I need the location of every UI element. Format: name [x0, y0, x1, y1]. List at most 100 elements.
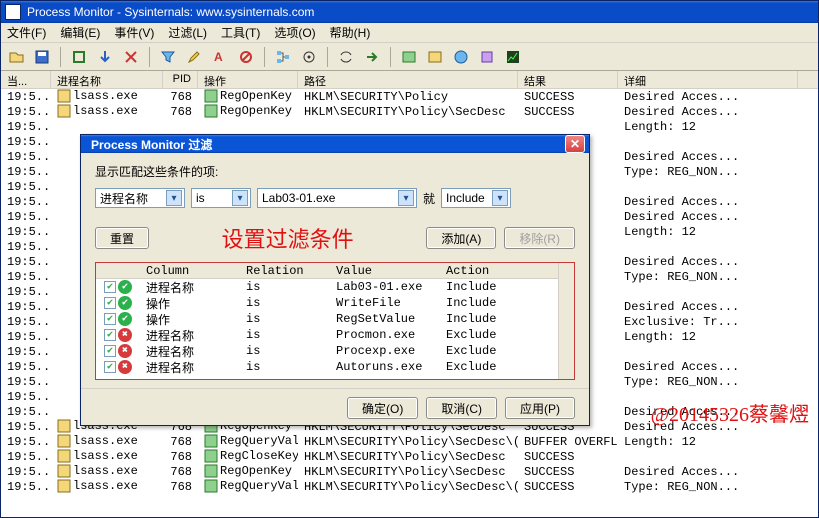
relation-combo[interactable]: is	[191, 188, 251, 208]
field-combo[interactable]: 进程名称	[95, 188, 185, 208]
apply-button[interactable]: 应用(P)	[505, 397, 575, 419]
chevron-down-icon	[166, 190, 182, 206]
menubar: 文件(F) 编辑(E) 事件(V) 过滤(L) 工具(T) 选项(O) 帮助(H…	[1, 23, 818, 43]
menu-file[interactable]: 文件(F)	[7, 24, 46, 41]
menu-filter[interactable]: 过滤(L)	[168, 24, 207, 41]
col-detail[interactable]: 详细	[618, 71, 798, 88]
table-row[interactable]: 19:5...lsass.exe768RegQueryValueHKLM\SEC…	[1, 434, 818, 449]
checkbox[interactable]: ✔	[104, 329, 116, 341]
capture-icon[interactable]	[68, 46, 90, 68]
find-icon[interactable]	[335, 46, 357, 68]
col-result[interactable]: 结果	[518, 71, 618, 88]
menu-event[interactable]: 事件(V)	[114, 24, 154, 41]
registry-icon[interactable]	[398, 46, 420, 68]
filter-dialog: Process Monitor 过滤 ✕ 显示匹配这些条件的项: 进程名称 is…	[80, 134, 590, 426]
table-row[interactable]: 19:5...lsass.exe768RegOpenKeyHKLM\SECURI…	[1, 89, 818, 104]
exclude-badge-icon: ✖	[118, 344, 132, 358]
table-row[interactable]: 19:5...lsass.exe768RegCloseKeyHKLM\SECUR…	[1, 449, 818, 464]
checkbox[interactable]: ✔	[104, 281, 116, 293]
toolbar: A	[1, 43, 818, 71]
table-row[interactable]: 19:5...lsass.exe768RegQueryValueHKLM\SEC…	[1, 479, 818, 494]
listview-header: 当... 进程名称 PID 操作 路径 结果 详细	[1, 71, 818, 89]
col-process[interactable]: 进程名称	[51, 71, 163, 88]
ok-button[interactable]: 确定(O)	[347, 397, 418, 419]
filter-row[interactable]: ✔✖进程名称isAutoruns.exeExclude	[96, 359, 574, 375]
scrollbar[interactable]	[558, 263, 574, 379]
checkbox[interactable]: ✔	[104, 361, 116, 373]
value-combo[interactable]: Lab03-01.exe	[257, 188, 417, 208]
filter-col-action[interactable]: Action	[440, 264, 540, 278]
target-icon[interactable]	[298, 46, 320, 68]
col-op[interactable]: 操作	[198, 71, 298, 88]
highlight-icon[interactable]	[183, 46, 205, 68]
menu-edit[interactable]: 编辑(E)	[60, 24, 100, 41]
filter-listview[interactable]: Column Relation Value Action ✔✔进程名称isLab…	[95, 262, 575, 380]
table-row[interactable]: 19:5...Length: 12	[1, 119, 818, 134]
dialog-titlebar: Process Monitor 过滤 ✕	[81, 135, 589, 153]
process-icon	[57, 89, 71, 103]
filter-row[interactable]: ✔✔操作isWriteFileInclude	[96, 295, 574, 311]
dialog-title: Process Monitor 过滤	[91, 136, 212, 153]
chevron-down-icon	[232, 190, 248, 206]
filesystem-icon[interactable]	[424, 46, 446, 68]
network-icon[interactable]	[450, 46, 472, 68]
filter-col-column[interactable]: Column	[140, 264, 240, 278]
process-icon	[57, 434, 71, 448]
filter-row[interactable]: ✔✔进程名称isLab03-01.exeInclude	[96, 279, 574, 295]
save-icon[interactable]	[31, 46, 53, 68]
include-badge-icon: ✔	[118, 296, 132, 310]
registry-icon	[204, 89, 218, 103]
menu-options[interactable]: 选项(O)	[274, 24, 315, 41]
dialog-label: 显示匹配这些条件的项:	[95, 163, 575, 180]
process-icon[interactable]	[476, 46, 498, 68]
filter-icon[interactable]	[157, 46, 179, 68]
registry-icon	[204, 434, 218, 448]
exclude-badge-icon: ✖	[118, 360, 132, 374]
menu-tools[interactable]: 工具(T)	[221, 24, 260, 41]
add-button[interactable]: 添加(A)	[426, 227, 496, 249]
checkbox[interactable]: ✔	[104, 345, 116, 357]
filter-row[interactable]: ✔✖进程名称isProcmon.exeExclude	[96, 327, 574, 343]
col-time[interactable]: 当...	[1, 71, 51, 88]
chevron-down-icon	[492, 190, 508, 206]
process-icon	[57, 449, 71, 463]
include-icon[interactable]: A	[209, 46, 231, 68]
process-icon	[57, 419, 71, 433]
close-icon[interactable]: ✕	[565, 135, 585, 153]
process-icon	[57, 479, 71, 493]
registry-icon	[204, 449, 218, 463]
process-icon	[57, 464, 71, 478]
window-title: Process Monitor - Sysinternals: www.sysi…	[27, 5, 314, 19]
col-pid[interactable]: PID	[163, 71, 198, 88]
col-path[interactable]: 路径	[298, 71, 518, 88]
include-badge-icon: ✔	[118, 280, 132, 294]
include-badge-icon: ✔	[118, 312, 132, 326]
checkbox[interactable]: ✔	[104, 297, 116, 309]
chevron-down-icon	[398, 190, 414, 206]
menu-help[interactable]: 帮助(H)	[330, 24, 371, 41]
table-row[interactable]: 19:5...lsass.exe768RegOpenKeyHKLM\SECURI…	[1, 464, 818, 479]
remove-button[interactable]: 移除(R)	[504, 227, 575, 249]
annotation-text: 设置过滤条件	[222, 222, 354, 254]
filter-row[interactable]: ✔✖进程名称isProcexp.exeExclude	[96, 343, 574, 359]
autoscroll-icon[interactable]	[94, 46, 116, 68]
cancel-button[interactable]: 取消(C)	[426, 397, 497, 419]
filter-col-value[interactable]: Value	[330, 264, 440, 278]
goto-icon[interactable]	[361, 46, 383, 68]
app-icon	[5, 4, 21, 20]
svg-text:A: A	[214, 50, 223, 64]
filter-col-relation[interactable]: Relation	[240, 264, 330, 278]
clear-icon[interactable]	[120, 46, 142, 68]
tree-icon[interactable]	[272, 46, 294, 68]
titlebar: Process Monitor - Sysinternals: www.sysi…	[1, 1, 818, 23]
action-combo[interactable]: Include	[441, 188, 511, 208]
reset-button[interactable]: 重置	[95, 227, 149, 249]
profiling-icon[interactable]	[502, 46, 524, 68]
exclude-icon[interactable]	[235, 46, 257, 68]
checkbox[interactable]: ✔	[104, 313, 116, 325]
exclude-badge-icon: ✖	[118, 328, 132, 342]
table-row[interactable]: 19:5...lsass.exe768RegOpenKeyHKLM\SECURI…	[1, 104, 818, 119]
filter-row[interactable]: ✔✔操作isRegSetValueInclude	[96, 311, 574, 327]
open-icon[interactable]	[5, 46, 27, 68]
registry-icon	[204, 479, 218, 493]
